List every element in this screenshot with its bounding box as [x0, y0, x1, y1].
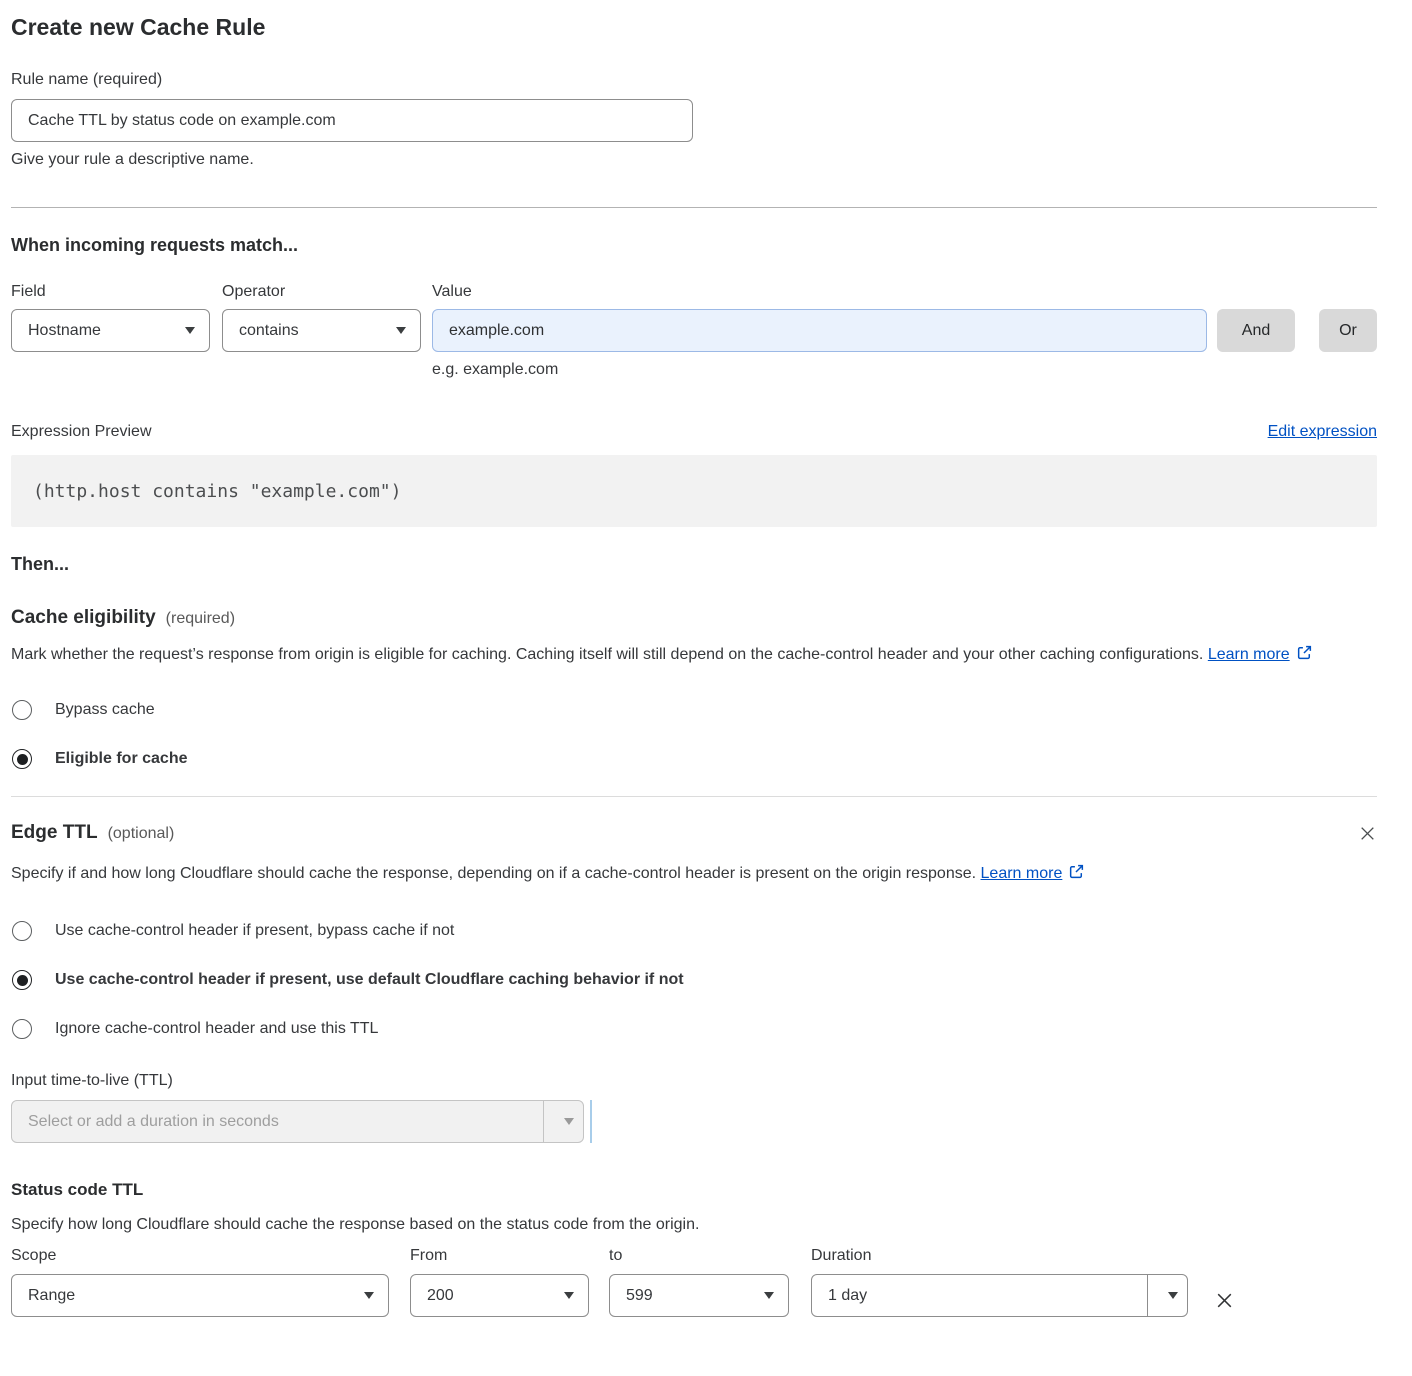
edge-ttl-description: Specify if and how long Cloudflare shoul… — [11, 860, 1116, 890]
status-code-ttl-description: Specify how long Cloudflare should cache… — [11, 1216, 1377, 1234]
radio-bypass-cache[interactable]: Bypass cache — [11, 700, 1377, 720]
match-labels-row: Field Operator Value — [11, 283, 1377, 301]
cache-eligibility-description-text: Mark whether the request’s response from… — [11, 646, 1203, 663]
match-controls-row: Hostname contains example.com And Or — [11, 309, 1377, 352]
scope-label: Scope — [11, 1247, 389, 1265]
value-input-text: example.com — [449, 322, 544, 340]
status-code-ttl-row: Scope Range From 200 to 599 Duration 1 d… — [11, 1247, 1377, 1317]
expression-code: (http.host contains "example.com") — [33, 481, 401, 502]
to-label: to — [609, 1247, 789, 1265]
scope-select-value: Range — [28, 1287, 75, 1305]
from-select[interactable]: 200 — [410, 1274, 589, 1317]
from-select-value: 200 — [427, 1287, 454, 1305]
input-caret — [590, 1100, 592, 1143]
radio-label: Use cache-control header if present, use… — [55, 971, 684, 989]
rule-name-value: Cache TTL by status code on example.com — [28, 112, 336, 130]
duration-select[interactable]: 1 day — [811, 1274, 1188, 1317]
value-label: Value — [432, 283, 472, 301]
expression-code-block: (http.host contains "example.com") — [11, 455, 1377, 527]
and-button[interactable]: And — [1217, 309, 1295, 352]
operator-label: Operator — [222, 283, 432, 301]
status-code-ttl-heading: Status code TTL — [11, 1180, 1377, 1200]
radio-icon — [12, 921, 32, 941]
radio-use-header-default[interactable]: Use cache-control header if present, use… — [11, 970, 1377, 990]
edit-expression-link[interactable]: Edit expression — [1268, 423, 1377, 441]
then-heading: Then... — [11, 554, 1377, 575]
field-select[interactable]: Hostname — [11, 309, 210, 352]
cache-eligibility-header: Cache eligibility (required) — [11, 607, 1377, 629]
close-icon[interactable] — [1358, 824, 1377, 848]
radio-eligible-for-cache[interactable]: Eligible for cache — [11, 749, 1377, 769]
cache-eligibility-description: Mark whether the request’s response from… — [11, 641, 1356, 671]
radio-label: Use cache-control header if present, byp… — [55, 922, 454, 940]
or-button[interactable]: Or — [1319, 309, 1377, 352]
field-select-value: Hostname — [28, 322, 101, 340]
from-label: From — [410, 1247, 589, 1265]
chevron-down-icon — [396, 327, 406, 334]
edge-ttl-description-text: Specify if and how long Cloudflare shoul… — [11, 865, 976, 882]
divider — [11, 207, 1377, 208]
learn-more-link[interactable]: Learn more — [981, 865, 1063, 882]
radio-label: Bypass cache — [55, 701, 155, 719]
radio-checked-icon — [12, 749, 32, 769]
operator-select[interactable]: contains — [222, 309, 421, 352]
chevron-down-icon — [764, 1292, 774, 1299]
external-link-icon — [1068, 862, 1085, 890]
cache-eligibility-title: Cache eligibility — [11, 607, 156, 629]
learn-more-link[interactable]: Learn more — [1208, 646, 1290, 663]
ttl-select-placeholder: Select or add a duration in seconds — [12, 1101, 543, 1142]
optional-badge: (optional) — [108, 825, 175, 843]
radio-icon — [12, 700, 32, 720]
rule-name-input[interactable]: Cache TTL by status code on example.com — [11, 99, 693, 142]
divider — [11, 796, 1377, 797]
rule-name-helper: Give your rule a descriptive name. — [11, 151, 1377, 169]
chevron-down-icon — [543, 1101, 583, 1142]
to-select-value: 599 — [626, 1287, 653, 1305]
value-input[interactable]: example.com — [432, 309, 1207, 352]
chevron-down-icon — [564, 1292, 574, 1299]
create-cache-rule-form: Create new Cache Rule Rule name (require… — [0, 0, 1412, 1337]
match-heading: When incoming requests match... — [11, 235, 1377, 256]
value-helper: e.g. example.com — [432, 361, 1377, 379]
radio-label: Ignore cache-control header and use this… — [55, 1020, 378, 1038]
rule-name-label: Rule name (required) — [11, 71, 1377, 89]
required-badge: (required) — [166, 610, 235, 628]
radio-checked-icon — [12, 970, 32, 990]
field-label: Field — [11, 283, 222, 301]
chevron-down-icon — [185, 327, 195, 334]
radio-icon — [12, 1019, 32, 1039]
chevron-down-icon — [364, 1292, 374, 1299]
radio-ignore-header-ttl[interactable]: Ignore cache-control header and use this… — [11, 1019, 1377, 1039]
external-link-icon — [1296, 643, 1313, 671]
radio-label: Eligible for cache — [55, 750, 187, 768]
edge-ttl-header: Edge TTL (optional) — [11, 822, 1377, 848]
delete-row-icon[interactable] — [1214, 1290, 1235, 1316]
page-title: Create new Cache Rule — [11, 14, 1377, 41]
edge-ttl-title: Edge TTL — [11, 822, 98, 844]
ttl-duration-select[interactable]: Select or add a duration in seconds — [11, 1100, 584, 1143]
scope-select[interactable]: Range — [11, 1274, 389, 1317]
to-select[interactable]: 599 — [609, 1274, 789, 1317]
duration-select-value: 1 day — [812, 1275, 1147, 1316]
ttl-input-label: Input time-to-live (TTL) — [11, 1072, 1377, 1090]
expression-preview-label: Expression Preview — [11, 423, 152, 441]
chevron-down-icon — [1147, 1275, 1187, 1316]
ttl-select-row: Select or add a duration in seconds — [11, 1100, 1377, 1143]
duration-label: Duration — [811, 1247, 1188, 1265]
operator-select-value: contains — [239, 322, 299, 340]
radio-use-header-bypass[interactable]: Use cache-control header if present, byp… — [11, 921, 1377, 941]
expression-header-row: Expression Preview Edit expression — [11, 423, 1377, 441]
